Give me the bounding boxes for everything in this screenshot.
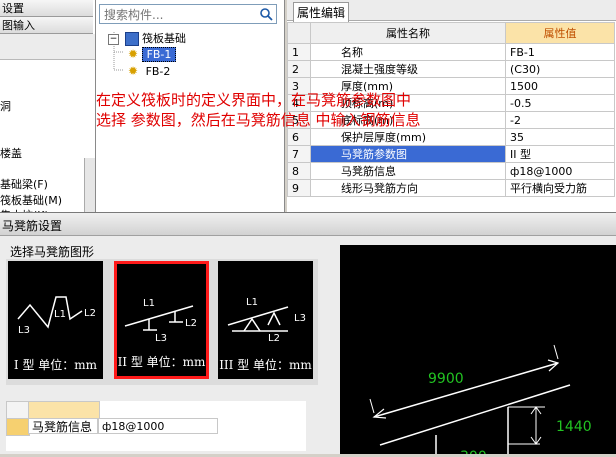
- nav-scrollbar[interactable]: [84, 158, 95, 212]
- type-1-caption: I 型 单位：mm: [13, 358, 98, 372]
- nav-item-raft[interactable]: 筏板基础(M): [0, 192, 62, 208]
- nav-item-floor[interactable]: 楼盖: [0, 145, 22, 161]
- label-l3: L3: [294, 313, 306, 324]
- property-name: 线形马凳筋方向: [310, 179, 506, 197]
- search-box: [99, 4, 277, 24]
- dialog-title: 马凳筋设置: [2, 219, 63, 233]
- type-2-caption: II 型 单位：mm: [117, 355, 206, 369]
- property-index: 2: [287, 60, 311, 78]
- tree-item-fb2-label: FB-2: [145, 65, 171, 78]
- property-value[interactable]: 平行横向受力筋: [505, 179, 615, 197]
- property-name: 混凝土强度等级: [310, 60, 506, 78]
- type-3-caption: III 型 单位：mm: [219, 358, 312, 372]
- instruction-annotation: 在定义筏板时的定义界面中，在马凳筋参数图中 选择 参数图，然后在马凳筋信息 中输…: [96, 90, 421, 130]
- property-value[interactable]: FB-1: [505, 43, 615, 61]
- stirrup-settings-dialog: 马凳筋设置 选择马凳筋图形 L1 L2 L3 I 型 单位：mm L1 L2 L…: [0, 212, 616, 457]
- nav-item-hole[interactable]: 洞: [0, 98, 11, 114]
- shape-option-type-3[interactable]: L1 L2 L3 III 型 单位：mm: [218, 261, 313, 379]
- collapse-icon[interactable]: −: [108, 33, 119, 45]
- property-value[interactable]: (C30): [505, 60, 615, 78]
- property-row[interactable]: 2 混凝土强度等级 (C30): [287, 60, 615, 78]
- dialog-titlebar: 马凳筋设置: [0, 213, 616, 236]
- property-value[interactable]: -2: [505, 111, 615, 129]
- stirrup-info-label: 马凳筋信息: [28, 418, 98, 434]
- annotation-line-2: 选择 参数图，然后在马凳筋信息 中输入钢筋信息: [96, 111, 421, 129]
- tree-item-fb1[interactable]: ✹ FB-1: [128, 47, 177, 62]
- label-l2: L2: [185, 318, 197, 329]
- property-value[interactable]: 35: [505, 128, 615, 146]
- nav-top-button-2-label: 图输入: [2, 19, 35, 32]
- preview-drawing: 9900 1440 300: [369, 344, 592, 457]
- left-nav-panel: 设置 图输入 洞 楼盖 基础梁(F) 筏板基础(M) 集水坑(K): [0, 0, 96, 212]
- property-value[interactable]: -0.5: [505, 94, 615, 112]
- tree-item-fb2[interactable]: ✹ FB-2: [128, 64, 174, 78]
- shape-option-type-1[interactable]: L1 L2 L3 I 型 单位：mm: [8, 261, 103, 379]
- property-row[interactable]: 9 线形马凳筋方向 平行横向受力筋: [287, 179, 615, 197]
- tree-item-fb1-label: FB-1: [141, 47, 177, 62]
- property-value[interactable]: 1500: [505, 77, 615, 95]
- property-index: 6: [287, 128, 311, 146]
- search-input[interactable]: [102, 6, 256, 24]
- property-value[interactable]: II 型: [505, 145, 615, 163]
- property-row[interactable]: 1 名称 FB-1: [287, 43, 615, 61]
- preview-l3-value: 300: [460, 449, 487, 454]
- stirrup-info-table: 马凳筋信息 ф18@1000: [6, 401, 306, 451]
- label-l1: L1: [143, 298, 155, 309]
- property-header-row: 属性名称 属性值: [287, 22, 615, 44]
- search-icon[interactable]: [259, 7, 273, 21]
- property-row[interactable]: 6 保护层厚度(mm) 35: [287, 128, 615, 146]
- choose-shape-label: 选择马凳筋图形: [10, 245, 95, 259]
- component-gear-icon: ✹: [128, 64, 139, 78]
- header-index: [287, 22, 311, 44]
- stirrup-info-value[interactable]: ф18@1000: [98, 418, 218, 434]
- property-index: 9: [287, 179, 311, 197]
- tab-property-edit[interactable]: 属性编辑: [293, 2, 350, 22]
- nav-top-button-1[interactable]: 设置: [0, 0, 93, 17]
- property-row[interactable]: 7 马凳筋参数图 II 型: [287, 145, 615, 163]
- nav-item-beam[interactable]: 基础梁(F): [0, 176, 48, 192]
- shape-option-type-2[interactable]: L1 L2 L3 II 型 单位：mm: [114, 261, 209, 379]
- table-row-marker[interactable]: [6, 418, 30, 436]
- nav-top-button-2[interactable]: 图输入: [0, 17, 93, 34]
- tree-root-label: 筏板基础: [142, 32, 186, 45]
- table-corner: [6, 401, 30, 419]
- label-l3: L3: [155, 333, 167, 344]
- property-value[interactable]: ф18@1000: [505, 162, 615, 180]
- stirrup-preview-canvas: 9900 1440 300: [340, 245, 616, 457]
- label-l2: L2: [84, 308, 96, 319]
- preview-l1-value: 9900: [428, 371, 464, 387]
- label-l3: L3: [18, 325, 30, 336]
- header-value: 属性值: [505, 22, 615, 44]
- property-name: 保护层厚度(mm): [310, 128, 506, 146]
- preview-l2-value: 1440: [556, 419, 592, 435]
- table-header: [28, 401, 100, 419]
- header-name: 属性名称: [310, 22, 506, 44]
- nav-spacer: [0, 34, 95, 60]
- property-index: 8: [287, 162, 311, 180]
- property-name: 名称: [310, 43, 506, 61]
- nav-top-button-1-label: 设置: [2, 2, 24, 15]
- component-gear-icon: ✹: [128, 47, 139, 61]
- property-tabbar: 属性编辑: [287, 0, 616, 22]
- raft-folder-icon: [124, 32, 139, 46]
- label-l1: L1: [246, 297, 258, 308]
- shape-selector: L1 L2 L3 I 型 单位：mm L1 L2 L3 II 型 单位：mm L…: [6, 259, 318, 385]
- tree-root[interactable]: − 筏板基础: [108, 30, 186, 46]
- property-row[interactable]: 8 马凳筋信息 ф18@1000: [287, 162, 615, 180]
- property-index: 1: [287, 43, 311, 61]
- property-name: 马凳筋信息: [310, 162, 506, 180]
- label-l2: L2: [268, 333, 280, 344]
- label-l1: L1: [54, 309, 66, 320]
- annotation-line-1: 在定义筏板时的定义界面中，在马凳筋参数图中: [96, 91, 412, 109]
- property-name: 马凳筋参数图: [310, 145, 506, 163]
- property-index: 7: [287, 145, 311, 163]
